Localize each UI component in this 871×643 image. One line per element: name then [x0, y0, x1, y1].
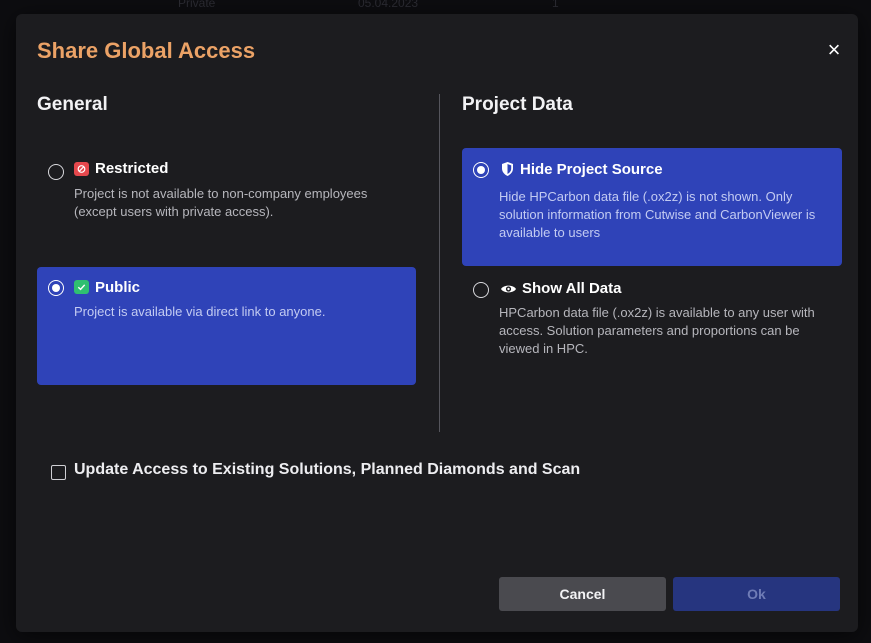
option-show-all-data[interactable]: Show All Data HPCarbon data file (.ox2z)…: [462, 278, 842, 378]
update-access-checkbox[interactable]: [51, 465, 66, 480]
public-description: Project is available via direct link to …: [74, 304, 326, 319]
show-all-radio[interactable]: [473, 282, 489, 298]
hide-source-radio[interactable]: [473, 162, 489, 178]
restricted-icon: [74, 162, 89, 176]
option-hide-project-source[interactable]: Hide Project Source Hide HPCarbon data f…: [462, 148, 842, 266]
general-heading: General: [37, 94, 108, 115]
hide-source-label: Hide Project Source: [520, 161, 663, 178]
restricted-description: Project is not available to non-company …: [74, 186, 368, 219]
option-public[interactable]: Public Project is available via direct l…: [37, 267, 416, 385]
share-global-access-modal: Share Global Access × General Restricted…: [16, 14, 858, 632]
option-restricted[interactable]: Restricted Project is not available to n…: [37, 154, 416, 234]
background-text: Private: [178, 0, 216, 10]
close-button[interactable]: ×: [822, 38, 846, 62]
update-access-label[interactable]: Update Access to Existing Solutions, Pla…: [74, 461, 580, 479]
check-icon: [74, 280, 89, 294]
background-text: 05.04.2023: [358, 0, 419, 10]
background-text: 1: [552, 0, 559, 10]
shield-icon: [500, 161, 515, 176]
project-data-heading: Project Data: [462, 94, 573, 115]
restricted-radio[interactable]: [48, 164, 64, 180]
public-label: Public: [95, 279, 141, 296]
show-all-label: Show All Data: [522, 280, 622, 297]
column-divider: [439, 94, 440, 432]
show-all-description: HPCarbon data file (.ox2z) is available …: [499, 305, 815, 356]
restricted-label: Restricted: [95, 160, 169, 177]
ok-button[interactable]: Ok: [673, 577, 840, 611]
public-radio[interactable]: [48, 280, 64, 296]
cancel-button[interactable]: Cancel: [499, 577, 666, 611]
close-icon: ×: [827, 37, 841, 62]
hide-source-description: Hide HPCarbon data file (.ox2z) is not s…: [499, 189, 816, 240]
eye-icon: [500, 282, 516, 296]
modal-title: Share Global Access: [37, 38, 256, 63]
background-row: Private 05.04.2023 1: [0, 0, 871, 14]
